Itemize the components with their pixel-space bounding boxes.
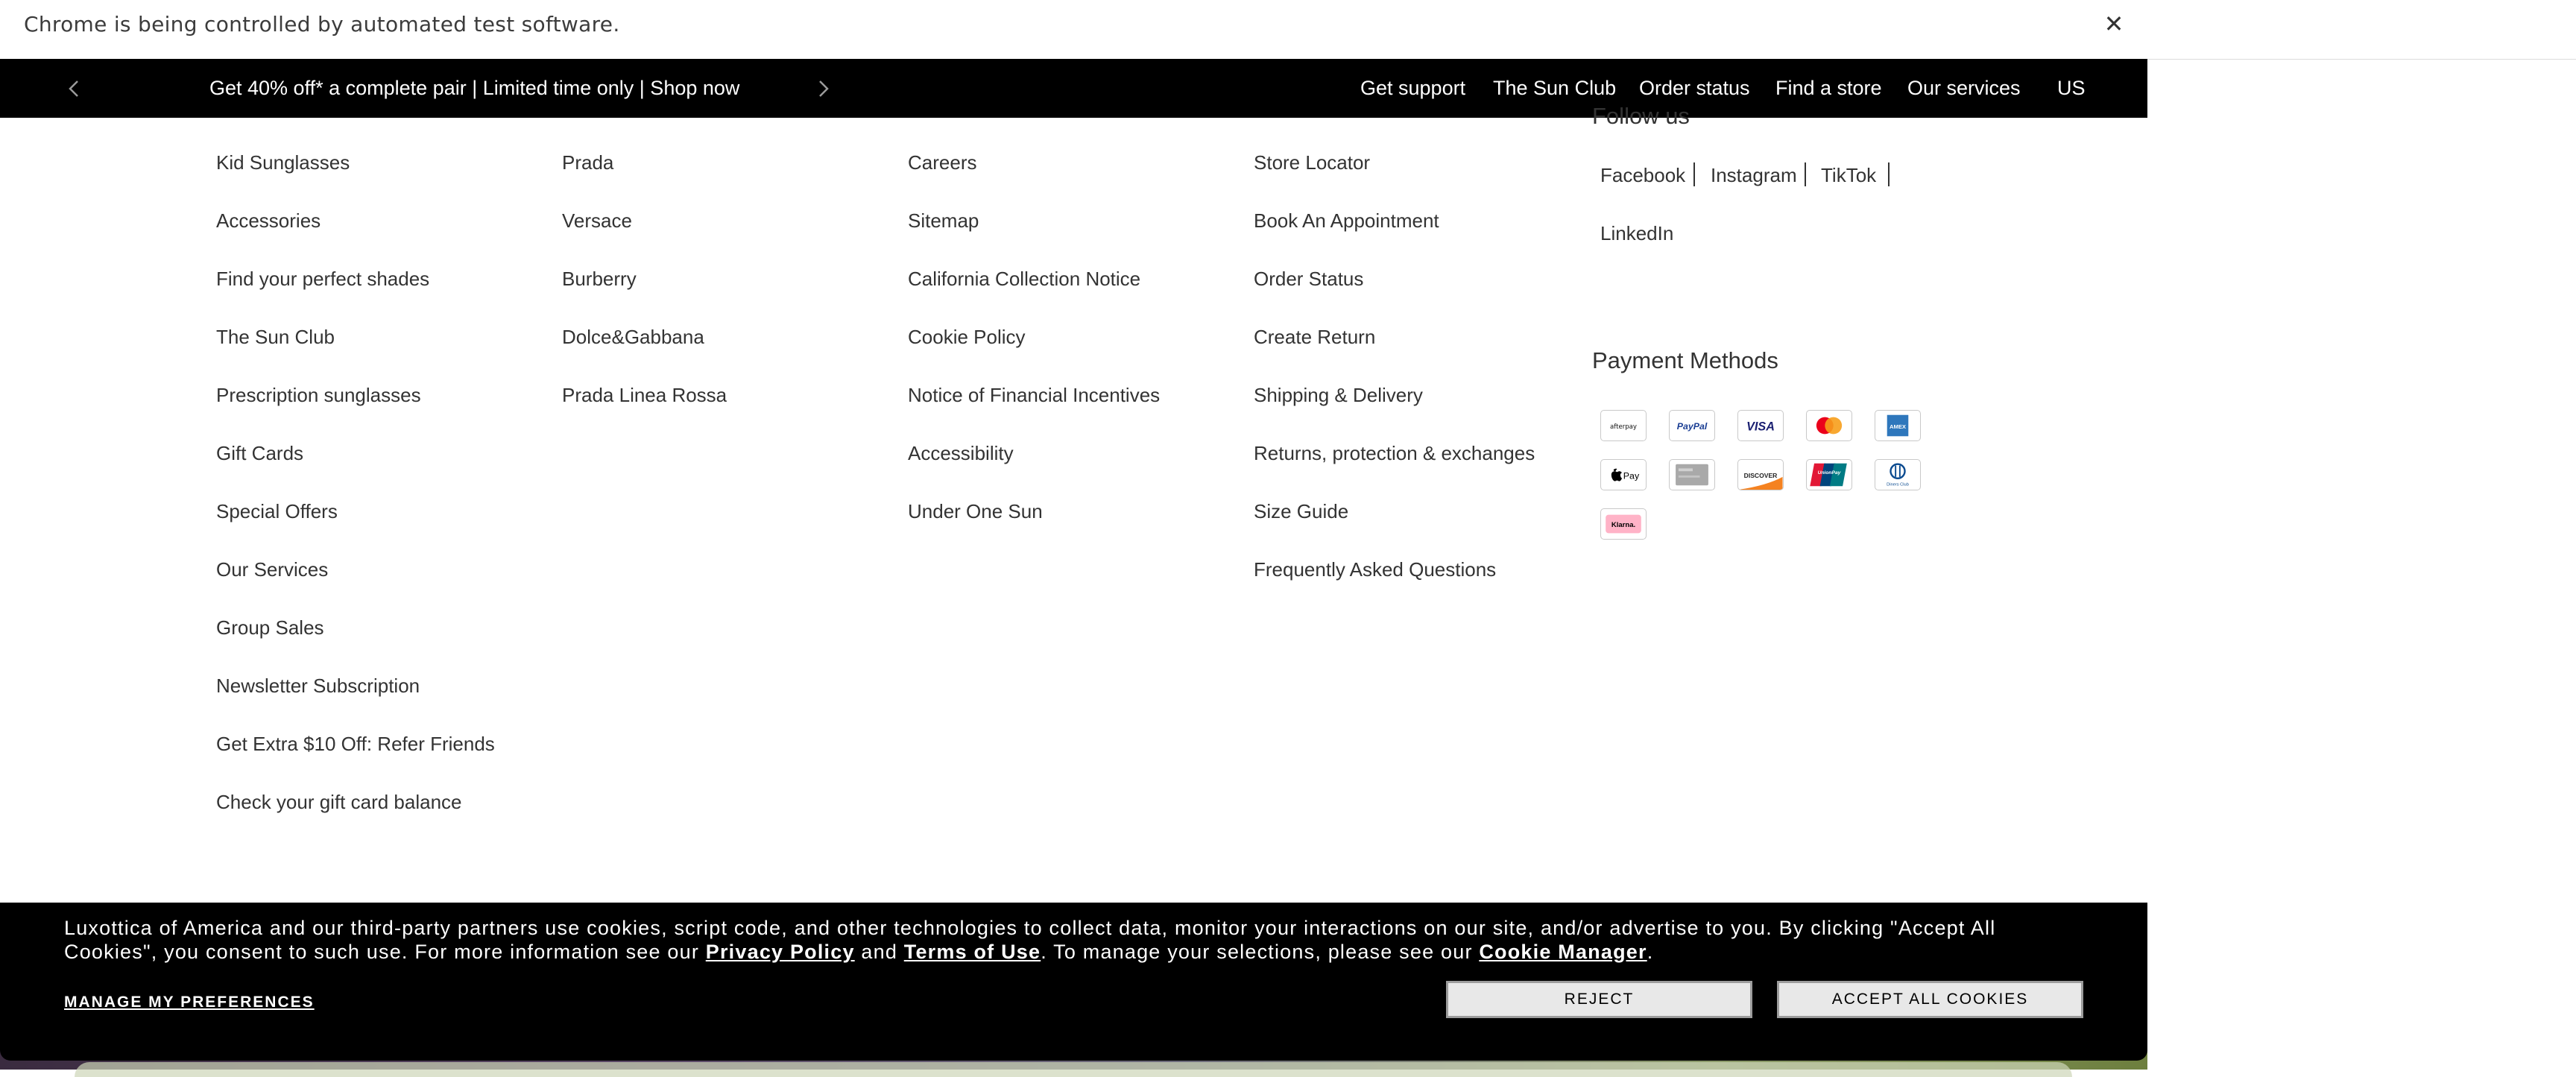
svg-text:Pay: Pay [1623, 471, 1640, 481]
order-status-link[interactable]: Order status [1639, 77, 1750, 100]
footer-link[interactable]: Group Sales [216, 616, 324, 639]
apple-pay-icon: Pay [1600, 459, 1647, 490]
accept-all-cookies-button[interactable]: ACCEPT ALL COOKIES [1777, 981, 2083, 1018]
get-support-link[interactable]: Get support [1360, 77, 1465, 100]
chevron-right-icon[interactable] [808, 74, 838, 104]
cookie-consent-banner: Luxottica of America and our third-party… [0, 903, 2147, 1061]
footer-link[interactable]: Check your gift card balance [216, 791, 462, 814]
discover-icon: DISCOVER [1737, 459, 1784, 490]
footer-link[interactable]: Prada Linea Rossa [562, 384, 727, 407]
social-link-facebook[interactable]: Facebook [1600, 164, 1685, 187]
unionpay-icon: UnionPay [1806, 459, 1852, 490]
hero-image-overlay [75, 1062, 2072, 1077]
mastercard-icon [1806, 410, 1852, 441]
footer-link[interactable]: Careers [908, 151, 976, 174]
footer-link[interactable]: Special Offers [216, 500, 338, 523]
social-link-linkedin[interactable]: LinkedIn [1600, 222, 1673, 245]
klarna-icon: Klarna. [1600, 508, 1647, 540]
sun-club-link[interactable]: The Sun Club [1493, 77, 1616, 100]
footer-link[interactable]: Store Locator [1254, 151, 1370, 174]
amex-icon: AMEX [1875, 410, 1921, 441]
automation-infobar: Chrome is being controlled by automated … [0, 0, 2576, 60]
footer-link[interactable]: Create Return [1254, 326, 1375, 349]
footer-link[interactable]: Under One Sun [908, 500, 1043, 523]
footer-link[interactable]: Prada [562, 151, 613, 174]
diners-club-icon: Diners Club [1875, 459, 1921, 490]
follow-us-title: Follow us [1592, 103, 1690, 129]
terms-of-use-link[interactable]: Terms of Use [904, 941, 1041, 963]
footer-link[interactable]: Notice of Financial Incentives [908, 384, 1160, 407]
footer-link[interactable]: Kid Sunglasses [216, 151, 350, 174]
social-divider [1888, 162, 1890, 186]
svg-text:Diners Club: Diners Club [1887, 482, 1909, 487]
chevron-left-icon[interactable] [60, 74, 89, 104]
country-selector[interactable]: US [2057, 77, 2086, 100]
footer-link[interactable]: Frequently Asked Questions [1254, 558, 1496, 581]
footer-link[interactable]: Sitemap [908, 209, 979, 233]
footer-link[interactable]: Shipping & Delivery [1254, 384, 1423, 407]
footer-link[interactable]: Versace [562, 209, 632, 233]
footer-link[interactable]: Gift Cards [216, 442, 303, 465]
promo-banner-text[interactable]: Get 40% off* a complete pair | Limited t… [209, 77, 739, 100]
footer-link[interactable]: Size Guide [1254, 500, 1348, 523]
manage-preferences-link[interactable]: MANAGE MY PREFERENCES [64, 994, 315, 1011]
reject-cookies-button[interactable]: REJECT [1446, 981, 1752, 1018]
cookie-consent-text: Luxottica of America and our third-party… [64, 917, 1996, 963]
footer-link[interactable]: Our Services [216, 558, 328, 581]
paypal-icon: PayPal [1669, 410, 1715, 441]
svg-text:VISA: VISA [1746, 420, 1775, 434]
footer-link[interactable]: Dolce&Gabbana [562, 326, 704, 349]
visa-icon: VISA [1737, 410, 1784, 441]
social-link-tiktok[interactable]: TikTok [1821, 164, 1876, 187]
svg-text:UnionPay: UnionPay [1818, 470, 1841, 476]
social-divider [1693, 162, 1695, 186]
close-icon[interactable]: ✕ [2099, 9, 2129, 39]
footer-link[interactable]: Cookie Policy [908, 326, 1026, 349]
payment-methods-title: Payment Methods [1592, 347, 1778, 373]
top-navigation-bar: Get 40% off* a complete pair | Limited t… [0, 59, 2147, 118]
svg-text:Klarna.: Klarna. [1611, 521, 1635, 529]
footer-link[interactable]: Returns, protection & exchanges [1254, 442, 1535, 465]
social-link-instagram[interactable]: Instagram [1711, 164, 1797, 187]
footer-link[interactable]: Accessibility [908, 442, 1014, 465]
svg-text:PayPal: PayPal [1677, 421, 1708, 432]
svg-text:DISCOVER: DISCOVER [1744, 472, 1778, 479]
footer-link[interactable]: Burberry [562, 268, 637, 291]
footer-link[interactable]: The Sun Club [216, 326, 335, 349]
footer-link[interactable]: Prescription sunglasses [216, 384, 421, 407]
find-store-link[interactable]: Find a store [1775, 77, 1882, 100]
footer-link[interactable]: Find your perfect shades [216, 268, 429, 291]
infobar-message: Chrome is being controlled by automated … [24, 12, 620, 37]
footer-link[interactable]: Newsletter Subscription [216, 675, 420, 698]
footer-link[interactable]: Get Extra $10 Off: Refer Friends [216, 733, 495, 756]
afterpay-icon: afterpay [1600, 410, 1647, 441]
footer-link[interactable]: Book An Appointment [1254, 209, 1439, 233]
svg-text:AMEX: AMEX [1890, 423, 1907, 430]
svg-text:afterpay: afterpay [1610, 423, 1637, 431]
our-services-link[interactable]: Our services [1907, 77, 2021, 100]
footer-link[interactable]: Order Status [1254, 268, 1363, 291]
social-divider [1805, 162, 1806, 186]
gift-card-icon [1669, 459, 1715, 490]
footer-link[interactable]: California Collection Notice [908, 268, 1140, 291]
cookie-manager-link[interactable]: Cookie Manager [1479, 941, 1647, 963]
privacy-policy-link[interactable]: Privacy Policy [706, 941, 855, 963]
footer-link[interactable]: Accessories [216, 209, 321, 233]
